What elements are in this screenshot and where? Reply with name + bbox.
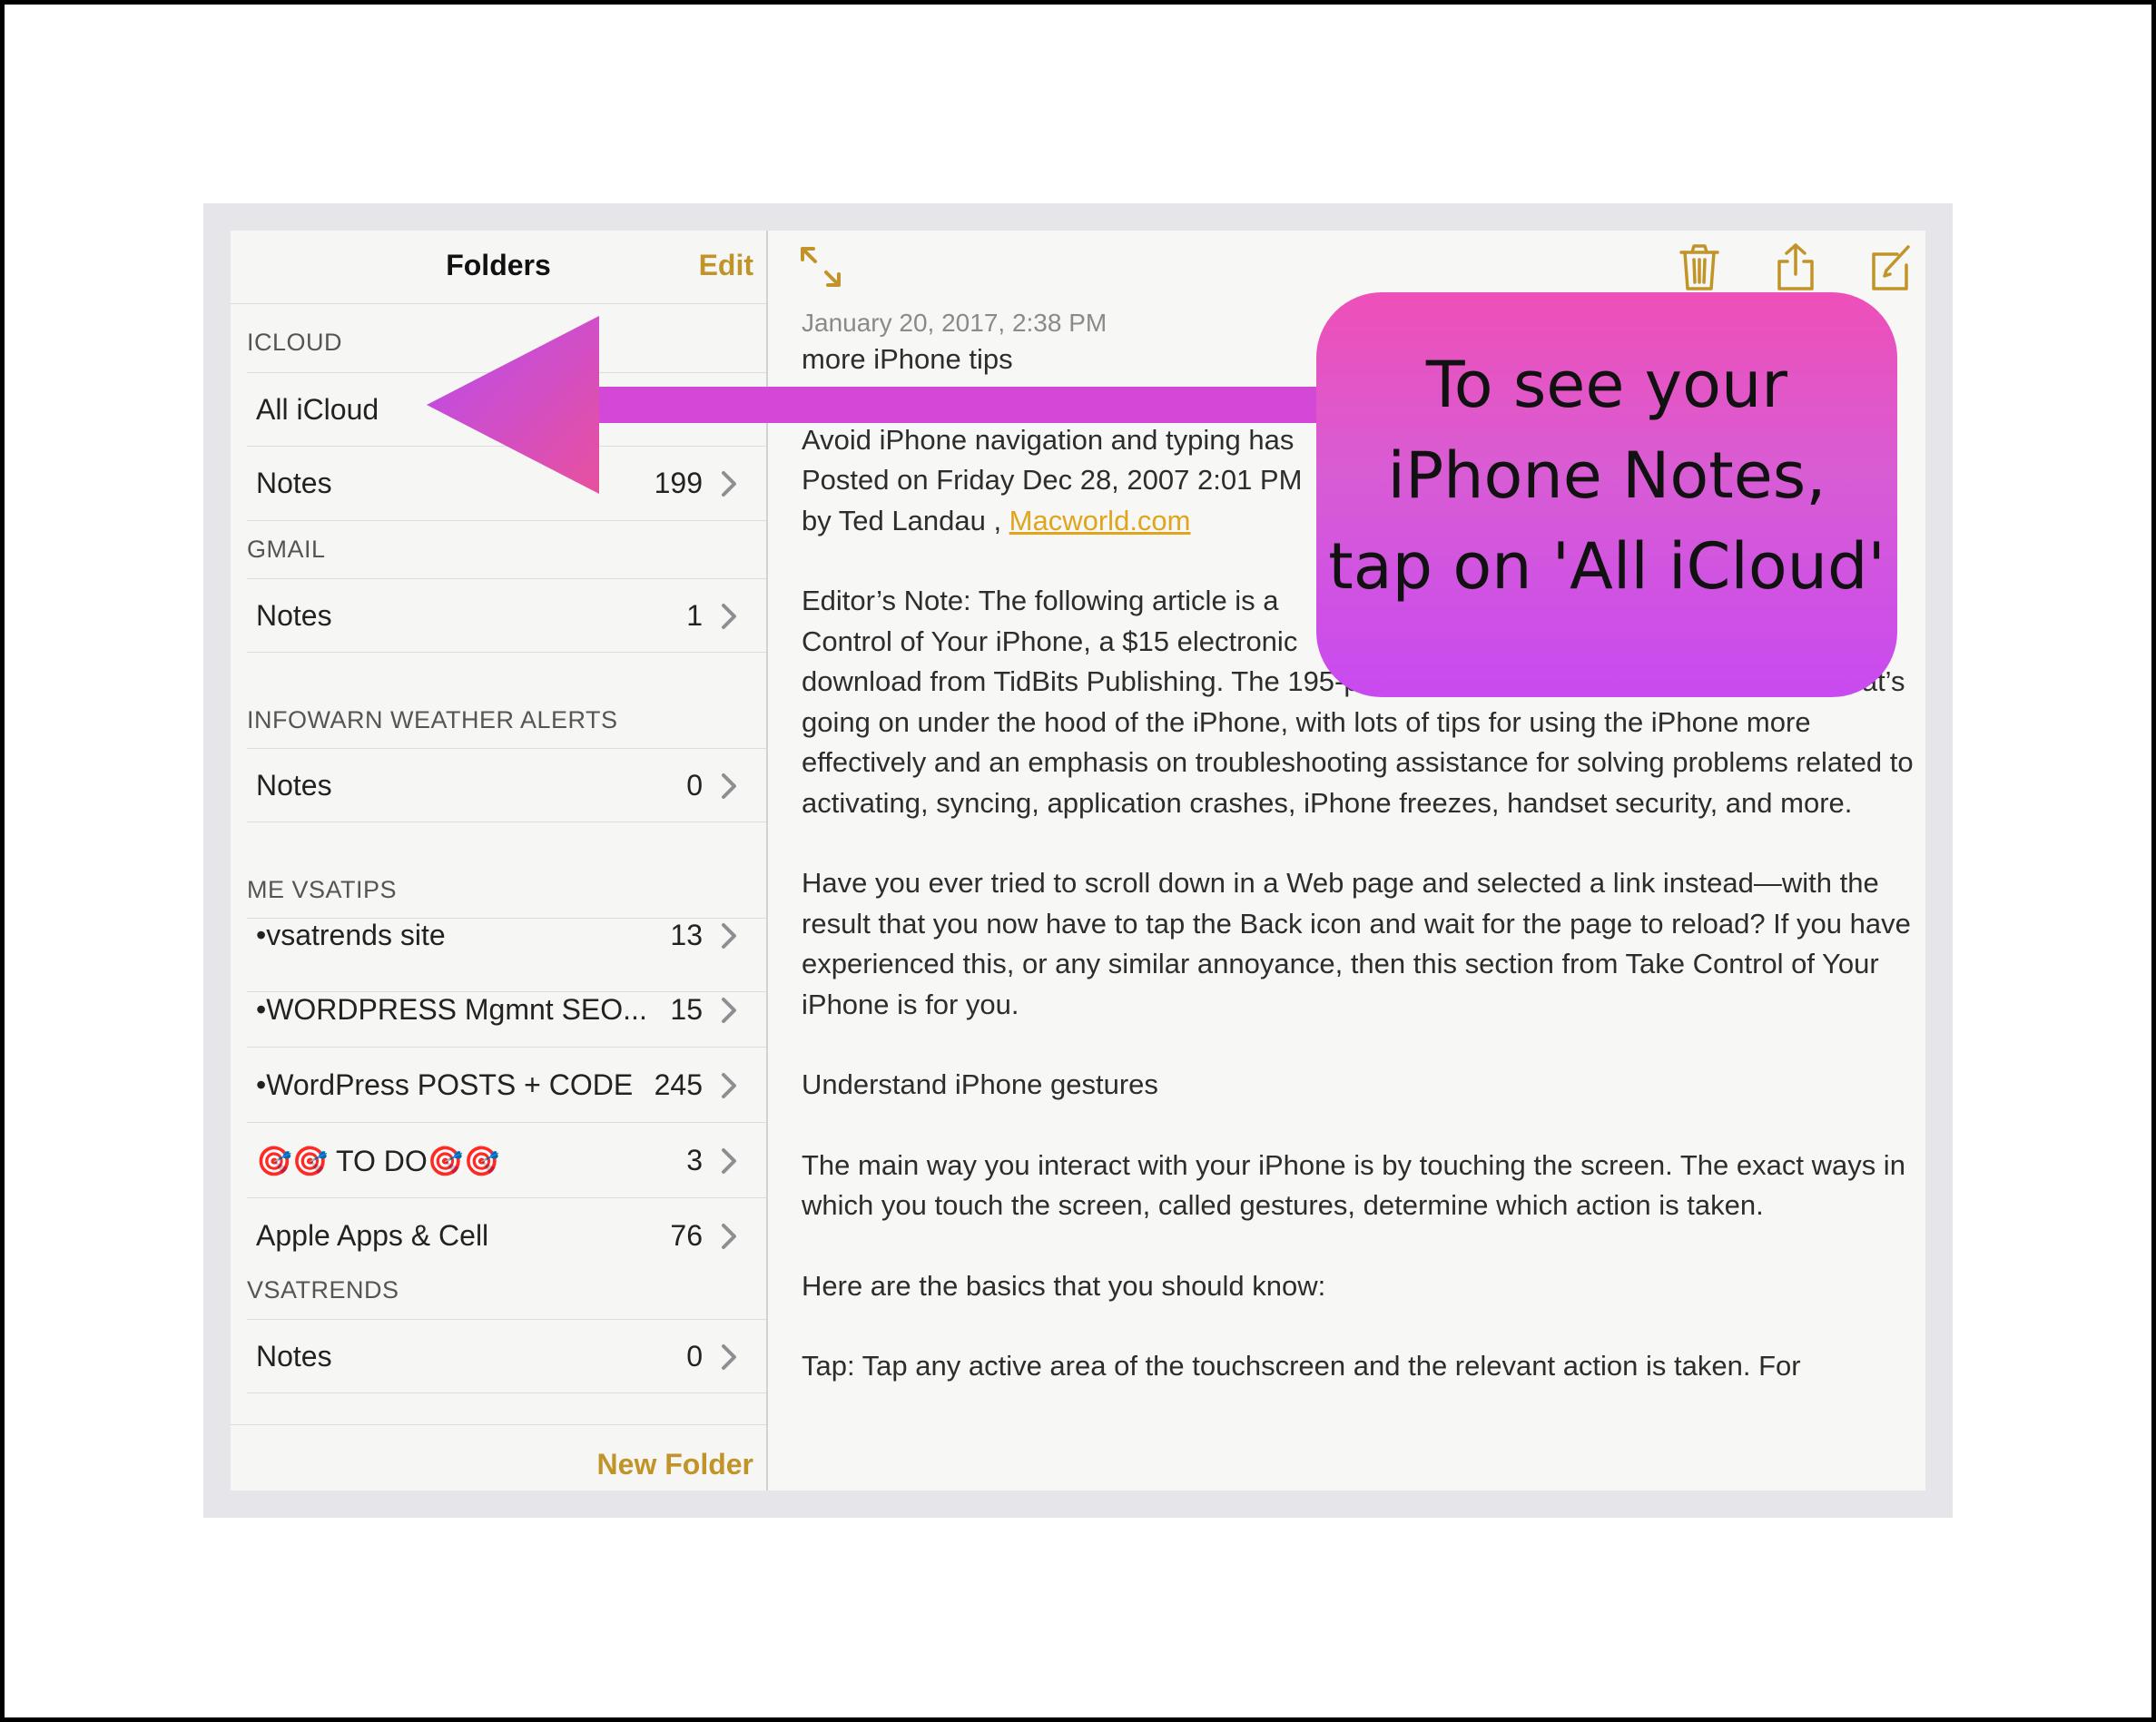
note-heading: Understand iPhone gestures	[802, 1068, 1158, 1100]
section-header-infowarn: INFOWARN WEATHER ALERTS	[247, 706, 618, 733]
folder-label: •vsatrends site	[256, 919, 446, 951]
chevron-right-icon	[722, 1148, 736, 1174]
folder-label: All iCloud	[256, 393, 379, 426]
compose-icon[interactable]	[1866, 241, 1914, 292]
folder-apple-apps-cell[interactable]: Apple Apps & Cell 76	[247, 1199, 766, 1274]
pointer-arrow-icon	[427, 316, 1325, 494]
folder-label: Notes	[256, 599, 332, 632]
folder-count: 76	[670, 1219, 703, 1252]
sidebar-footer-divider	[231, 1424, 766, 1425]
folder-label: Notes	[256, 1340, 332, 1373]
folder-label: •WORDPRESS Mgmnt SEO...	[256, 993, 647, 1026]
folder-label: Notes	[256, 769, 332, 802]
edit-button[interactable]: Edit	[699, 249, 753, 282]
note-paragraph: Here are the basics that you should know…	[802, 1269, 1326, 1302]
folder-count: 245	[654, 1068, 703, 1101]
folder-to-do[interactable]: 🎯🎯 TO DO🎯🎯 3	[247, 1124, 766, 1198]
chevron-right-icon	[722, 923, 736, 949]
instruction-callout: To see your iPhone Notes, tap on 'All iC…	[1316, 292, 1897, 697]
folder-vsatrends-notes[interactable]: Notes 0	[247, 1319, 766, 1393]
note-paragraph: Have you ever tried to scroll down in a …	[802, 867, 1911, 1020]
folder-count: 0	[686, 1340, 703, 1373]
folder-count: 13	[670, 919, 703, 951]
sidebar-header: Folders Edit	[231, 231, 766, 304]
note-paragraph: Tap: Tap any active area of the touchscr…	[802, 1350, 1801, 1382]
share-icon[interactable]	[1772, 241, 1819, 292]
new-folder-button[interactable]: New Folder	[597, 1448, 753, 1481]
folder-label: 🎯🎯 TO DO🎯🎯	[256, 1145, 500, 1177]
folder-count: 0	[686, 769, 703, 802]
callout-text: To see your iPhone Notes, tap on 'All iC…	[1328, 348, 1885, 604]
trash-icon[interactable]	[1676, 241, 1723, 292]
chevron-right-icon	[722, 998, 736, 1023]
note-paragraph: The main way you interact with your iPho…	[802, 1148, 1905, 1222]
chevron-right-icon	[722, 773, 736, 799]
folder-wordpress-posts[interactable]: •WordPress POSTS + CODE 245	[247, 1048, 766, 1123]
folder-label: Notes	[256, 467, 332, 499]
section-header-gmail: GMAIL	[247, 536, 326, 563]
folder-count: 15	[670, 993, 703, 1026]
folder-count: 1	[686, 599, 703, 632]
section-header-me-vsatips: ME VSATIPS	[247, 876, 398, 903]
macworld-link[interactable]: Macworld.com	[1009, 505, 1191, 536]
chevron-right-icon	[722, 1073, 736, 1098]
chevron-right-icon	[722, 1224, 736, 1249]
expand-icon[interactable]	[797, 241, 844, 292]
byline-text: by Ted Landau ,	[802, 504, 1009, 536]
section-header-vsatrends: VSATRENDS	[247, 1276, 399, 1304]
chevron-right-icon	[722, 1344, 736, 1370]
sidebar-title: Folders	[446, 249, 551, 281]
folder-wordpress-mgmnt[interactable]: •WORDPRESS Mgmnt SEO... 15	[247, 973, 766, 1048]
folder-count: 3	[686, 1144, 703, 1176]
folder-infowarn-notes[interactable]: Notes 0	[247, 748, 766, 822]
section-header-icloud: ICLOUD	[247, 329, 343, 356]
folder-gmail-notes[interactable]: Notes 1	[247, 578, 766, 653]
folder-label: •WordPress POSTS + CODE	[256, 1068, 634, 1101]
folder-label: Apple Apps & Cell	[256, 1219, 489, 1252]
chevron-right-icon	[722, 604, 736, 629]
